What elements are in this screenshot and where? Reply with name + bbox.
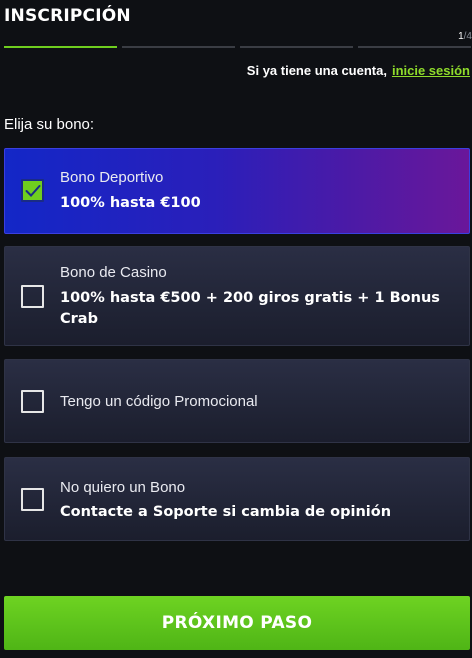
login-link[interactable]: inicie sesión <box>392 63 470 78</box>
bonus-option-sports[interactable]: Bono Deportivo 100% hasta €100 <box>4 148 470 234</box>
registration-page: INSCRIPCIÓN 1/4 Si ya tiene una cuenta, i… <box>0 0 472 658</box>
step-total: /4 <box>463 31 472 42</box>
progress-segment-2 <box>122 46 235 48</box>
step-indicator: 1/4 <box>458 31 472 42</box>
login-prompt-text: Si ya tiene una cuenta, <box>246 63 387 78</box>
bonus-option-promo-code[interactable]: Tengo un código Promocional <box>4 359 470 443</box>
checkbox[interactable] <box>21 285 44 308</box>
progress-segment-1 <box>4 46 117 48</box>
bonus-section-label: Elija su bono: <box>4 116 95 133</box>
next-step-label: PRÓXIMO PASO <box>161 613 313 633</box>
next-step-button[interactable]: PRÓXIMO PASO <box>4 596 470 650</box>
progress-segment-4 <box>358 46 471 48</box>
checkbox[interactable] <box>21 488 44 511</box>
login-prompt: Si ya tiene una cuenta, inicie sesión <box>247 63 470 78</box>
page-title: INSCRIPCIÓN <box>4 6 131 26</box>
bonus-option-label: Bono de Casino <box>60 264 167 281</box>
checkbox-checked[interactable] <box>21 179 44 202</box>
bonus-option-label: No quiero un Bono <box>60 479 186 496</box>
bonus-option-label: Tengo un código Promocional <box>60 393 258 410</box>
bonus-option-no-bonus[interactable]: No quiero un Bono Contacte a Soporte si … <box>4 457 470 541</box>
progress-bar <box>4 46 472 48</box>
progress-segment-3 <box>240 46 353 48</box>
bonus-option-detail: 100% hasta €100 <box>60 195 201 211</box>
checkbox[interactable] <box>21 390 44 413</box>
bonus-option-detail: Contacte a Soporte si cambia de opinión <box>60 504 392 520</box>
bonus-option-label: Bono Deportivo <box>60 169 164 186</box>
check-icon <box>25 185 41 197</box>
bonus-option-casino[interactable]: Bono de Casino 100% hasta €500 + 200 gir… <box>4 246 470 346</box>
bonus-option-detail: 100% hasta €500 + 200 giros gratis + 1 B… <box>60 290 440 327</box>
